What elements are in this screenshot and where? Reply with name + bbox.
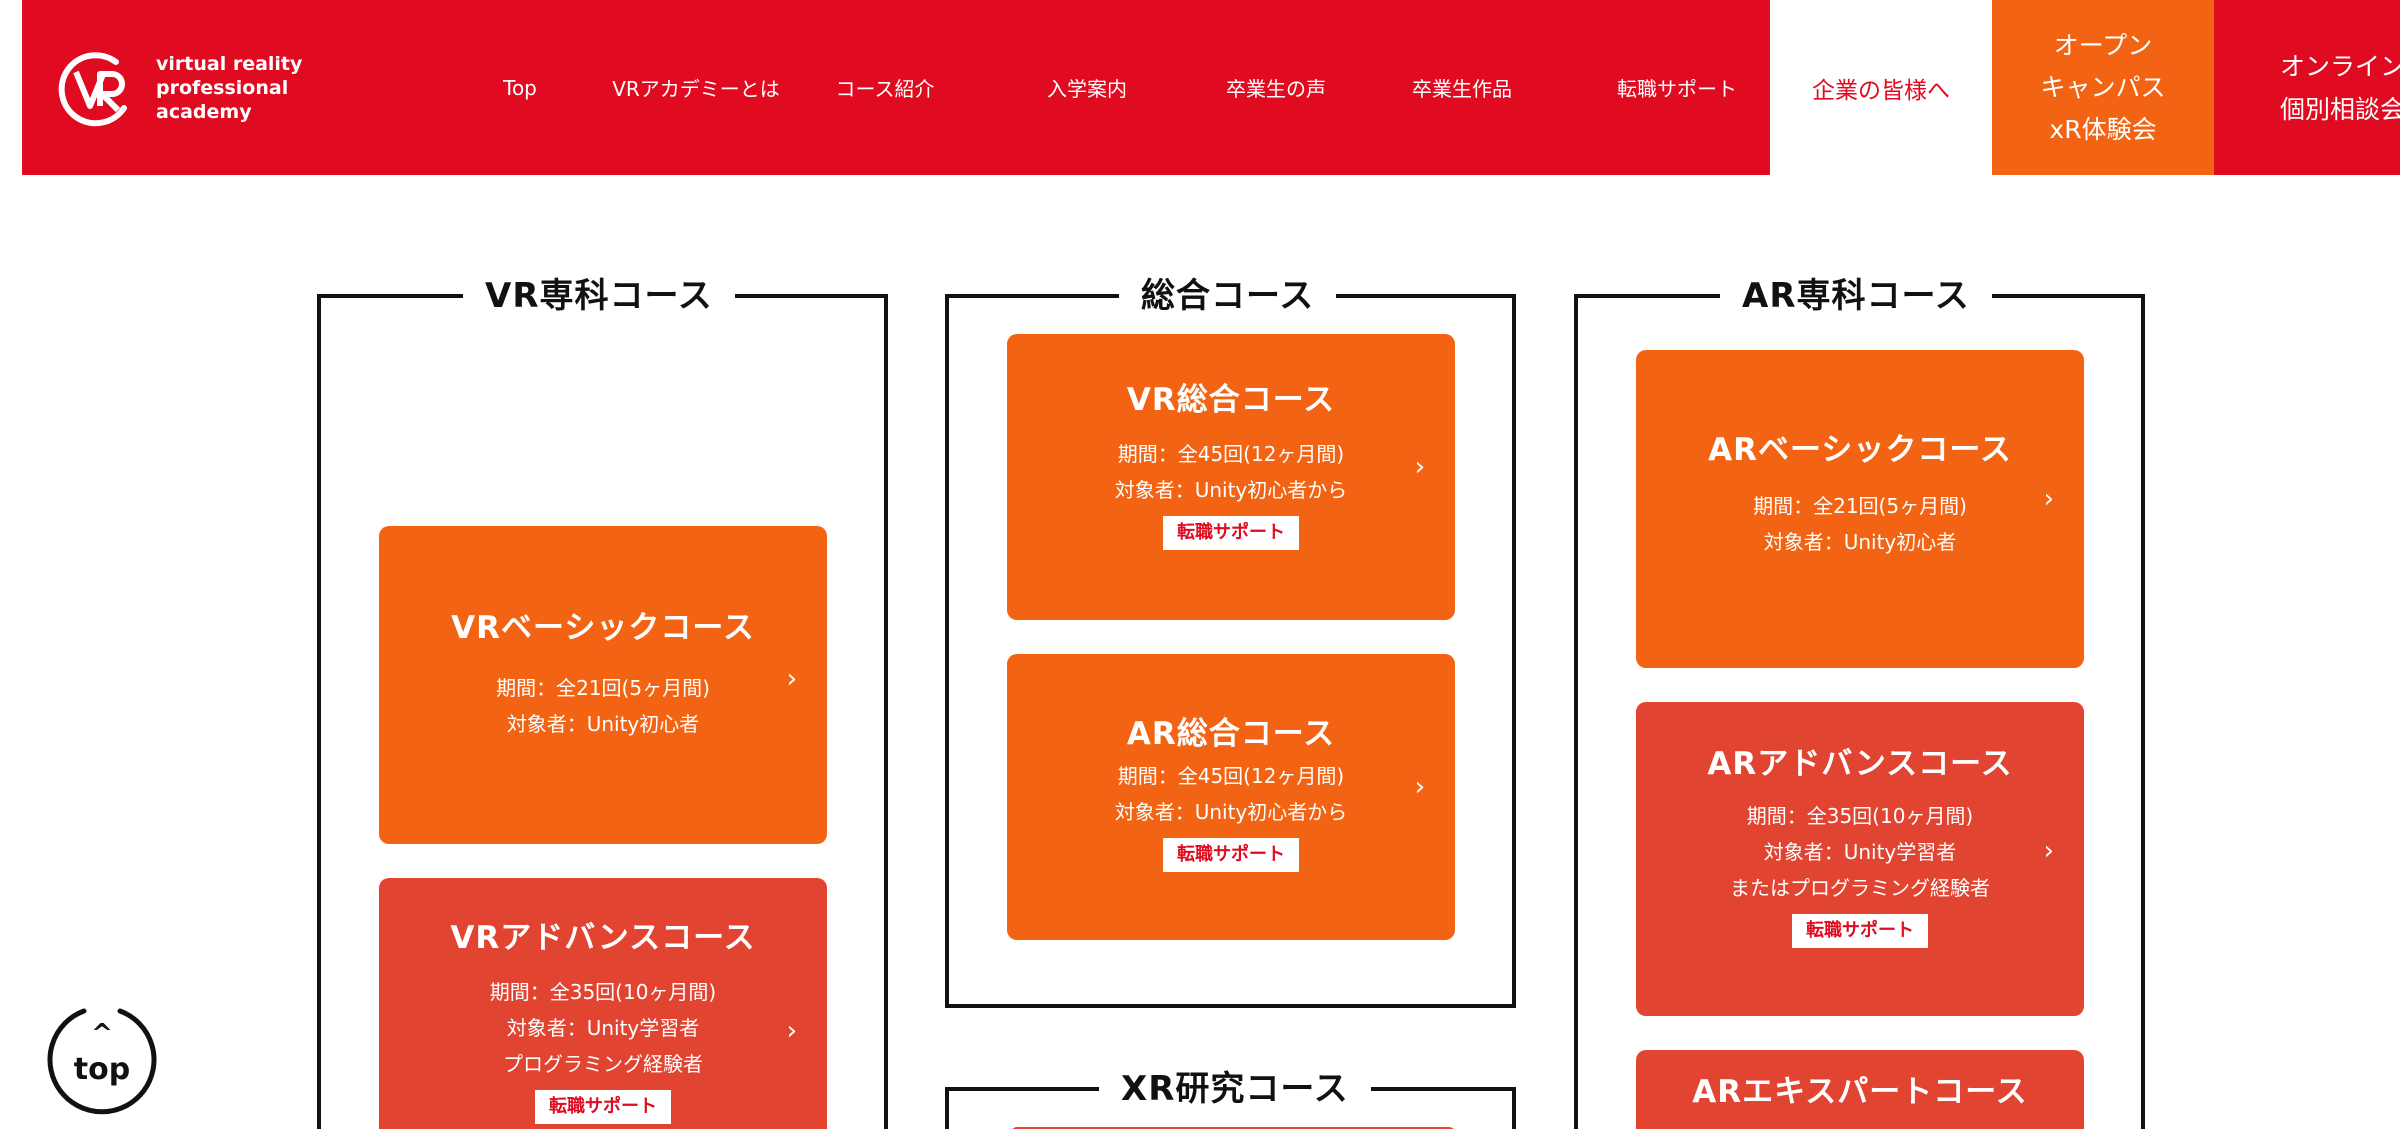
logo-line: academy [156, 101, 252, 123]
card-title: ARアドバンスコース [1707, 746, 2013, 782]
card-period: 期間：全45回(12ヶ月間) [1117, 442, 1345, 466]
nav-online-consultation[interactable]: オンライン 個別相談会 [2214, 0, 2400, 175]
xr-course-title: XR研究コース [1099, 1068, 1371, 1110]
vr-course-title: VR専科コース [463, 275, 735, 317]
card-period: 期間：全35回(10ヶ月間) [489, 980, 717, 1004]
ar-general-course-card[interactable]: AR総合コース 期間：全45回(12ヶ月間) 対象者：Unity初心者から 転職… [1007, 654, 1455, 940]
card-target-extra: またはプログラミング経験者 [1730, 876, 1990, 900]
nav-career-support[interactable]: 転職サポート [1592, 0, 1762, 175]
vr-basic-course-card[interactable]: VRベーシックコース 期間：全21回(5ヶ月間) 対象者：Unity初心者 › [379, 526, 827, 844]
card-title: ARエキスパートコース [1692, 1074, 2028, 1110]
ar-basic-course-card[interactable]: ARベーシックコース 期間：全21回(5ヶ月間) 対象者：Unity初心者 › [1636, 350, 2084, 668]
card-target-extra: プログラミング経験者 [503, 1052, 703, 1076]
card-title: VRアドバンスコース [450, 920, 756, 956]
open-campus-line: xR体験会 [2049, 114, 2157, 144]
chevron-right-icon: › [2043, 484, 2054, 514]
career-support-badge: 転職サポート [1163, 838, 1299, 872]
site-logo[interactable]: virtual reality professional academy [54, 50, 354, 130]
card-period: 期間：全21回(5ヶ月間) [1753, 494, 1967, 518]
nav-graduate-voices[interactable]: 卒業生の声 [1196, 0, 1356, 175]
logo-line: professional [156, 77, 289, 99]
general-course-title: 総合コース [1119, 275, 1337, 317]
career-support-badge: 転職サポート [1792, 914, 1928, 948]
ar-advance-course-card[interactable]: ARアドバンスコース 期間：全35回(10ヶ月間) 対象者：Unity学習者 ま… [1636, 702, 2084, 1016]
card-title: AR総合コース [1126, 716, 1336, 752]
card-target: 対象者：Unity初心者 [506, 712, 700, 736]
career-support-badge: 転職サポート [535, 1090, 671, 1124]
chevron-right-icon: › [1414, 772, 1425, 802]
nav-about[interactable]: VRアカデミーとは [590, 0, 802, 175]
back-to-top-button[interactable]: ^ top [44, 1003, 160, 1119]
logo-text: virtual reality professional academy [156, 52, 302, 124]
card-title: ARベーシックコース [1708, 432, 2012, 468]
caret-up-icon: ^ [91, 1019, 113, 1049]
card-target: 対象者：Unity学習者 [506, 1016, 700, 1040]
card-period: 期間：全45回(12ヶ月間) [1117, 764, 1345, 788]
vr-course-frame: VR専科コース VRベーシックコース 期間：全21回(5ヶ月間) 対象者：Uni… [317, 275, 888, 1129]
card-target: 対象者：Unity初心者から [1114, 800, 1348, 824]
xr-course-frame: XR研究コース [945, 1068, 1516, 1129]
nav-admission[interactable]: 入学案内 [1012, 0, 1162, 175]
online-line: 個別相談会 [2280, 94, 2400, 124]
online-line: オンライン [2280, 51, 2400, 81]
chevron-right-icon: › [786, 664, 797, 694]
back-to-top-label: top [73, 1052, 131, 1087]
card-title: VR総合コース [1126, 382, 1336, 418]
logo-line: virtual reality [156, 53, 303, 75]
nav-courses[interactable]: コース紹介 [810, 0, 960, 175]
chevron-right-icon: › [1414, 452, 1425, 482]
site-header: virtual reality professional academy Top… [22, 0, 2400, 175]
chevron-right-icon: › [786, 1016, 797, 1046]
open-campus-line: オープン [2053, 30, 2153, 60]
career-support-badge: 転職サポート [1163, 516, 1299, 550]
chevron-right-icon: › [2043, 836, 2054, 866]
nav-corporate[interactable]: 企業の皆様へ [1770, 0, 1992, 175]
vr-logo-icon [58, 52, 127, 127]
card-target: 対象者：Unity初心者 [1763, 530, 1957, 554]
nav-top[interactable]: Top [468, 0, 572, 175]
ar-course-frame: AR専科コース ARベーシックコース 期間：全21回(5ヶ月間) 対象者：Uni… [1574, 275, 2145, 1129]
card-title: VRベーシックコース [451, 610, 755, 646]
vr-general-course-card[interactable]: VR総合コース 期間：全45回(12ヶ月間) 対象者：Unity初心者から 転職… [1007, 334, 1455, 620]
nav-graduate-works[interactable]: 卒業生作品 [1382, 0, 1542, 175]
ar-course-title: AR専科コース [1720, 275, 1992, 317]
open-campus-line: キャンパス [2040, 72, 2166, 102]
card-target: 対象者：Unity学習者 [1763, 840, 1957, 864]
card-target: 対象者：Unity初心者から [1114, 478, 1348, 502]
card-period: 期間：全21回(5ヶ月間) [496, 676, 710, 700]
ar-expert-course-card[interactable]: ARエキスパートコース [1636, 1050, 2084, 1129]
nav-open-campus[interactable]: オープン キャンパス xR体験会 [1992, 0, 2214, 175]
general-course-frame: 総合コース VR総合コース 期間：全45回(12ヶ月間) 対象者：Unity初心… [945, 275, 1516, 1008]
card-period: 期間：全35回(10ヶ月間) [1746, 804, 1974, 828]
vr-advance-course-card[interactable]: VRアドバンスコース 期間：全35回(10ヶ月間) 対象者：Unity学習者 プ… [379, 878, 827, 1129]
